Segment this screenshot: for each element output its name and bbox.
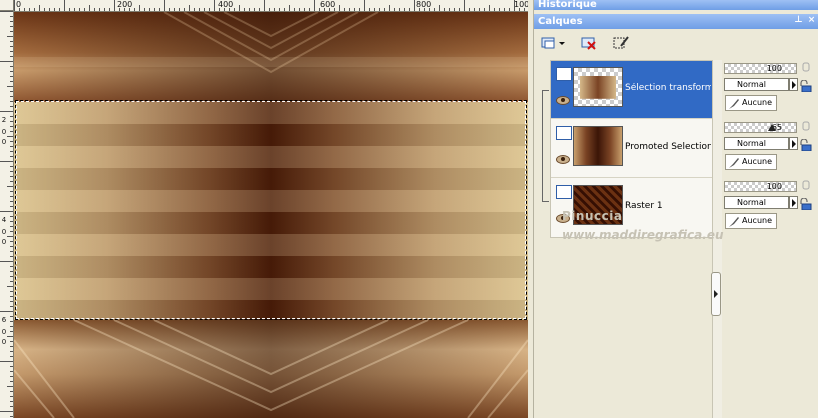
layer-properties-1: 100 Normal Aucune xyxy=(724,60,818,118)
brush-icon xyxy=(728,98,739,109)
calques-title: Calques xyxy=(538,16,583,27)
historique-titlebar[interactable]: Historique xyxy=(534,0,818,10)
mask-label: Aucune xyxy=(742,98,773,107)
top-ruler[interactable]: 0 200 400 600 800 1000 xyxy=(14,0,528,12)
layer-thumbnail xyxy=(573,67,623,107)
new-raster-layer-icon[interactable] xyxy=(540,34,558,52)
layers-toolbar xyxy=(534,34,818,56)
ruler-ticks xyxy=(0,11,13,417)
mask-field[interactable]: Aucune xyxy=(725,213,777,229)
mask-label: Aucune xyxy=(742,157,773,166)
ruler-ticks xyxy=(14,0,525,11)
blend-mode-select[interactable]: Normal xyxy=(724,78,789,91)
dropdown-arrow-icon[interactable] xyxy=(558,34,576,52)
watermark-url: www.maddiregrafica.eu xyxy=(562,228,724,242)
scroll-thumb[interactable] xyxy=(711,272,721,316)
ruler-corner xyxy=(0,0,14,11)
opacity-field[interactable]: 100 xyxy=(724,181,797,192)
calques-titlebar[interactable]: Calques ⊥ × xyxy=(534,14,818,29)
lock-icon[interactable] xyxy=(799,79,812,93)
raster-layer-icon xyxy=(556,126,572,140)
image-canvas[interactable] xyxy=(14,12,528,418)
mask-label: Aucune xyxy=(742,216,773,225)
left-ruler[interactable]: 2 0 0 4 0 0 6 0 0 xyxy=(0,11,14,418)
image-bottom-pattern xyxy=(14,320,528,418)
blend-mode-arrow-icon[interactable] xyxy=(789,196,798,209)
layer-row-selection-transformee[interactable]: Sélection transformé xyxy=(551,61,712,119)
visibility-eye-icon[interactable] xyxy=(556,155,570,164)
blend-mode-select[interactable]: Normal xyxy=(724,137,789,150)
link-icon xyxy=(802,121,810,131)
opacity-field[interactable]: 65 xyxy=(724,122,797,133)
layer-name: Promoted Selection xyxy=(625,142,711,152)
layer-thumbnail xyxy=(573,185,623,225)
brush-icon xyxy=(728,157,739,168)
layer-name: Sélection transformé xyxy=(625,83,711,93)
blend-mode-arrow-icon[interactable] xyxy=(789,137,798,150)
mask-field[interactable]: Aucune xyxy=(725,95,777,111)
close-icon[interactable]: × xyxy=(806,15,817,26)
raster-layer-icon xyxy=(556,185,572,199)
right-panel: Historique Calques ⊥ × Sélection transfo… xyxy=(533,0,818,418)
layer-properties-3: 100 Normal Aucune xyxy=(724,178,818,236)
layer-group-tree-line xyxy=(542,90,549,202)
layers-list: Sélection transformé Promoted Selection … xyxy=(550,60,713,238)
visibility-eye-icon[interactable] xyxy=(556,96,570,105)
pin-icon[interactable]: ⊥ xyxy=(793,15,804,26)
layer-name: Raster 1 xyxy=(625,201,663,211)
historique-title: Historique xyxy=(538,0,597,10)
raster-layer-icon xyxy=(556,67,572,81)
layer-row-promoted-selection[interactable]: Promoted Selection xyxy=(551,120,712,178)
link-icon xyxy=(802,180,810,190)
visibility-eye-icon[interactable] xyxy=(556,214,570,223)
lock-icon[interactable] xyxy=(799,197,812,211)
selection-marquee[interactable] xyxy=(15,100,527,320)
mask-field[interactable]: Aucune xyxy=(725,154,777,170)
opacity-field[interactable]: 100 xyxy=(724,63,797,74)
blend-mode-select[interactable]: Normal xyxy=(724,196,789,209)
blend-mode-arrow-icon[interactable] xyxy=(789,78,798,91)
brush-icon xyxy=(728,216,739,227)
edit-selection-icon[interactable] xyxy=(612,34,630,52)
image-top-pattern xyxy=(14,12,528,74)
link-icon xyxy=(802,62,810,72)
lock-icon[interactable] xyxy=(799,138,812,152)
layer-thumbnail xyxy=(573,126,623,166)
opacity-slider-handle[interactable] xyxy=(768,124,776,131)
delete-layer-icon[interactable] xyxy=(580,34,598,52)
layer-properties-2: 65 Normal Aucune xyxy=(724,119,818,177)
